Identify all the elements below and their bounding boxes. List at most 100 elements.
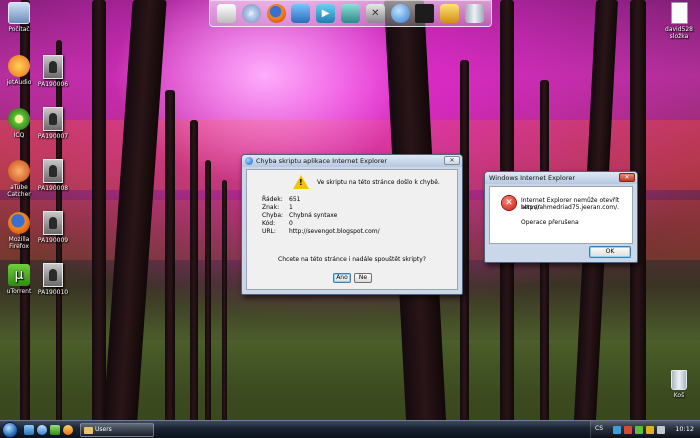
tray-network-icon[interactable] [613, 426, 621, 434]
tree-trunk [205, 160, 211, 420]
dialog-title: Chyba skriptu aplikace Internet Explorer [256, 157, 388, 165]
taskbar-item-label: Users [95, 426, 112, 433]
row-label-char: Znak: [262, 204, 280, 211]
desktop-icon-label: david528 složka [665, 26, 693, 40]
desktop-icon-label: PA190006 [37, 81, 69, 88]
desktop-icon-label: ICQ [13, 132, 25, 139]
error-text-line3: Operace přerušena [521, 219, 579, 226]
dialog-titlebar[interactable]: Chyba skriptu aplikace Internet Explorer… [242, 155, 462, 167]
desktop-photo[interactable]: PA190007 [36, 107, 70, 140]
dock-tshirt-icon[interactable] [415, 4, 435, 23]
tree-trunk [92, 0, 106, 420]
quicklaunch-desktop-icon[interactable] [24, 425, 34, 435]
dialog-titlebar[interactable]: Windows Internet Explorer ✕ [485, 172, 637, 184]
dialog-body: ! Ve skriptu na této stránce došlo k chy… [246, 169, 458, 290]
dock-notepad-icon[interactable] [216, 4, 236, 23]
tree-trunk [222, 180, 227, 420]
close-button[interactable]: ✕ [444, 156, 460, 165]
error-message: Ve skriptu na této stránce došlo k chybě… [317, 179, 440, 186]
desktop-icon-label: Koš [673, 392, 685, 399]
dock-trash-icon[interactable] [465, 4, 485, 23]
row-value-code: 0 [289, 220, 293, 227]
ok-button[interactable]: OK [589, 246, 631, 258]
system-tray: CS 10:12 [590, 421, 700, 438]
desktop-photo[interactable]: PA190010 [36, 263, 70, 296]
start-button[interactable] [2, 422, 18, 438]
dock-search-icon[interactable]: ⌕ [241, 4, 261, 23]
ie-error-dialog: Windows Internet Explorer ✕ ✕ Internet E… [484, 171, 638, 263]
dock-globe-icon[interactable] [390, 4, 410, 23]
dock-folder-icon[interactable] [291, 4, 311, 23]
row-value-line: 651 [289, 196, 301, 203]
language-indicator[interactable]: CS [595, 425, 603, 432]
no-button[interactable]: Ne [354, 273, 372, 283]
desktop-icon-label: uTorrent [6, 288, 32, 295]
tray-utorrent-icon[interactable] [635, 426, 643, 434]
desktop-icon-label: PA190008 [37, 185, 69, 192]
desktop-icon-utorrent[interactable]: µ uTorrent [2, 264, 36, 295]
tray-security-icon[interactable] [624, 426, 632, 434]
row-label-url: URL: [262, 228, 276, 235]
photo-thumbnail-icon [43, 211, 63, 235]
tree-trunk [165, 90, 175, 420]
close-button[interactable]: ✕ [619, 173, 635, 182]
error-text-line2: http://ahmedriad75.jeeran.com/. [521, 204, 620, 211]
desktop-icon-icq[interactable]: ICQ [2, 108, 36, 139]
top-dock: ⌕ ▶ ✕ [209, 0, 492, 27]
desktop-icon-computer[interactable]: Počítač [2, 2, 36, 33]
error-icon: ✕ [502, 196, 516, 210]
desktop-icon-label: aTube Catcher [7, 184, 31, 198]
recycle-bin-icon [671, 370, 687, 390]
desktop-icon-label: PA190010 [37, 289, 69, 296]
photo-thumbnail-icon [43, 55, 63, 79]
row-label-error: Chyba: [262, 212, 284, 219]
icq-flower-icon [8, 108, 30, 130]
row-label-code: Kód: [262, 220, 276, 227]
clock[interactable]: 10:12 [675, 425, 694, 433]
dock-media-icon[interactable]: ▶ [316, 4, 336, 23]
dock-tools-icon[interactable]: ✕ [365, 4, 385, 23]
folder-icon [84, 427, 93, 434]
desktop-photo[interactable]: PA190009 [36, 211, 70, 244]
taskbar-item-users[interactable]: Users [80, 423, 154, 437]
tray-volume-icon[interactable] [657, 426, 665, 434]
row-value-error: Chybná syntaxe [289, 212, 338, 219]
photo-thumbnail-icon [43, 263, 63, 287]
desktop-icon-recycle-bin[interactable]: Koš [662, 370, 696, 399]
desktop-icon-label: Počítač [8, 26, 30, 33]
atube-catcher-icon [8, 160, 30, 182]
internet-explorer-icon [245, 157, 253, 165]
dock-firefox-icon[interactable] [266, 4, 286, 23]
desktop-icon-label: PA190009 [37, 237, 69, 244]
photo-thumbnail-icon [43, 159, 63, 183]
desktop-icon-firefox[interactable]: Mozilla Firefox [2, 212, 36, 250]
row-label-line: Řádek: [262, 196, 283, 203]
tree-trunk [190, 120, 198, 420]
desktop-icon-label: PA190007 [37, 133, 69, 140]
dock-satellite-icon[interactable] [440, 4, 460, 23]
quicklaunch-utorrent-icon[interactable] [50, 425, 60, 435]
desktop-photo[interactable]: PA190006 [36, 55, 70, 88]
dialog-title: Windows Internet Explorer [489, 174, 576, 182]
continue-question: Chcete na této stránce i nadále spouštět… [278, 256, 426, 263]
row-value-char: 1 [289, 204, 293, 211]
jetaudio-icon [8, 55, 30, 77]
desktop-icon-atube-catcher[interactable]: aTube Catcher [2, 160, 36, 198]
firefox-icon [8, 212, 30, 234]
desktop-icon-label: jetAudio [6, 79, 32, 86]
photo-thumbnail-icon [43, 107, 63, 131]
desktop-icon-jetaudio[interactable]: jetAudio [2, 55, 36, 86]
document-icon [670, 2, 688, 24]
desktop-icon-document[interactable]: david528 složka [659, 2, 699, 40]
desktop-icon-label: Mozilla Firefox [8, 236, 30, 250]
script-error-dialog: Chyba skriptu aplikace Internet Explorer… [241, 154, 463, 295]
yes-button[interactable]: Ano [333, 273, 351, 283]
dock-network-icon[interactable] [340, 4, 360, 23]
taskbar: Users CS 10:12 [0, 420, 700, 438]
dialog-body: ✕ Internet Explorer nemůže otevřít serve… [489, 186, 633, 244]
desktop-photo[interactable]: PA190008 [36, 159, 70, 192]
tray-app-icon[interactable] [646, 426, 654, 434]
computer-icon [8, 2, 30, 24]
quicklaunch-ie-icon[interactable] [37, 425, 47, 435]
quicklaunch-media-icon[interactable] [63, 425, 73, 435]
